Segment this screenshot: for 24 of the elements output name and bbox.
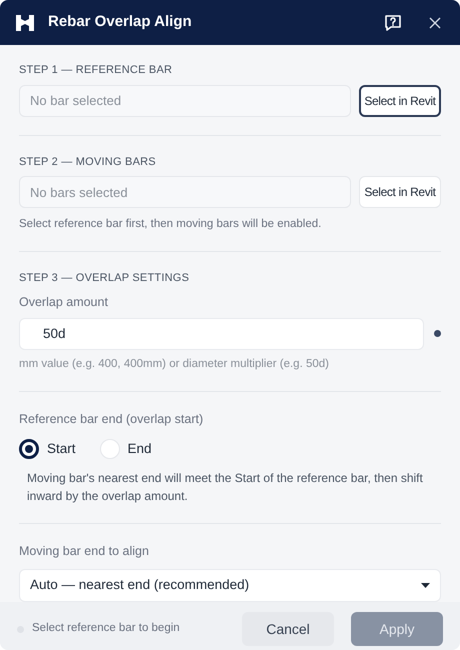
selection-field[interactable]: No bar selected: [19, 84, 351, 116]
section-heading: STEP 2 — MOVING BARS: [19, 154, 157, 170]
field-label: Overlap amount: [19, 294, 109, 311]
field-label: Moving bar end to align: [19, 542, 150, 560]
window-title: Rebar Overlap Align: [48, 12, 192, 32]
status-text: Select reference bar to begin: [32, 621, 180, 636]
align-dropdown[interactable]: Auto — nearest end (recommended): [19, 568, 441, 602]
cancel-button[interactable]: Cancel: [242, 612, 334, 646]
radio-option[interactable]: Start: [19, 438, 76, 459]
hint-text: mm value (e.g. 400, 400mm) or diameter multiplier (e.g. 50d): [19, 356, 330, 372]
help-icon: [384, 14, 402, 32]
caret-icon: [421, 582, 430, 588]
field-label: Reference bar end (overlap start): [19, 410, 204, 428]
overlap-amount-field[interactable]: 50d: [19, 318, 424, 350]
select-in-revit-button[interactable]: Select in Revit: [359, 176, 441, 208]
radio-option[interactable]: End: [100, 438, 152, 459]
hint-text: Select reference bar first, then moving bars will be enabled.: [19, 217, 322, 232]
section-heading: STEP 3 — OVERLAP SETTINGS: [19, 271, 190, 286]
logo-icon: [16, 14, 34, 30]
description-text: Moving bar's nearest end will meet the Start of the reference bar, then shift inward by the overlap amount.: [26, 470, 424, 505]
section-heading: STEP 1 — REFERENCE BAR: [19, 63, 174, 78]
selection-field[interactable]: No bars selected: [19, 176, 351, 208]
close-icon: [429, 16, 441, 28]
select-in-revit-button[interactable]: Select in Revit: [359, 84, 441, 116]
